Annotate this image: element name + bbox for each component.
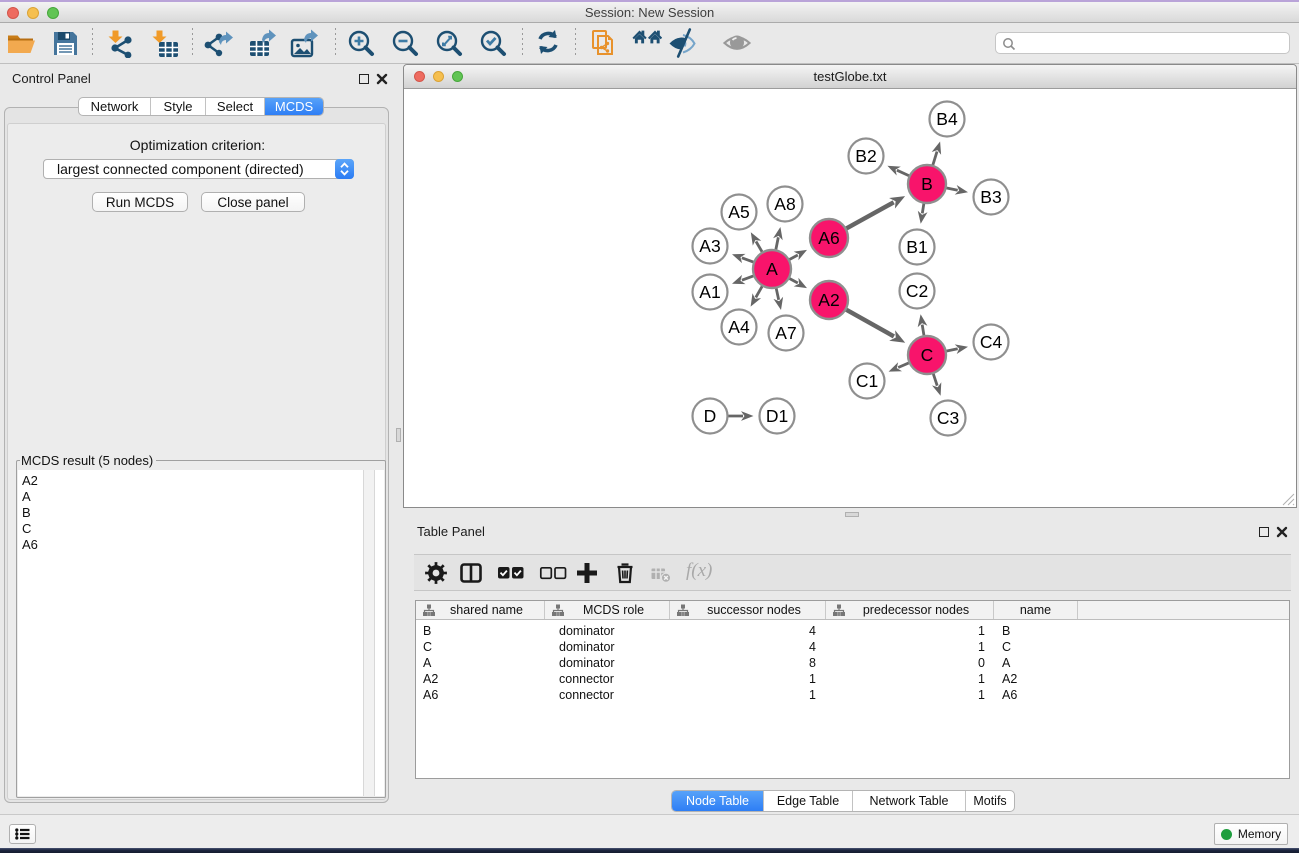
svg-text:A8: A8 — [774, 194, 795, 214]
svg-text:A2: A2 — [818, 290, 839, 310]
svg-text:A6: A6 — [818, 228, 839, 248]
svg-text:C: C — [921, 345, 934, 365]
svg-text:C4: C4 — [980, 332, 1003, 352]
svg-text:C1: C1 — [856, 371, 878, 391]
svg-text:A1: A1 — [699, 282, 720, 302]
svg-text:D1: D1 — [766, 406, 788, 426]
svg-text:A4: A4 — [728, 317, 750, 337]
svg-text:B2: B2 — [855, 146, 876, 166]
svg-text:A7: A7 — [775, 323, 796, 343]
svg-text:C2: C2 — [906, 281, 928, 301]
svg-text:A: A — [766, 259, 778, 279]
svg-text:B4: B4 — [936, 109, 958, 129]
svg-text:A3: A3 — [699, 236, 720, 256]
svg-text:A5: A5 — [728, 202, 749, 222]
svg-text:B: B — [921, 174, 933, 194]
svg-text:C3: C3 — [937, 408, 959, 428]
svg-text:B1: B1 — [906, 237, 927, 257]
svg-text:B3: B3 — [980, 187, 1001, 207]
svg-text:D: D — [704, 406, 717, 426]
